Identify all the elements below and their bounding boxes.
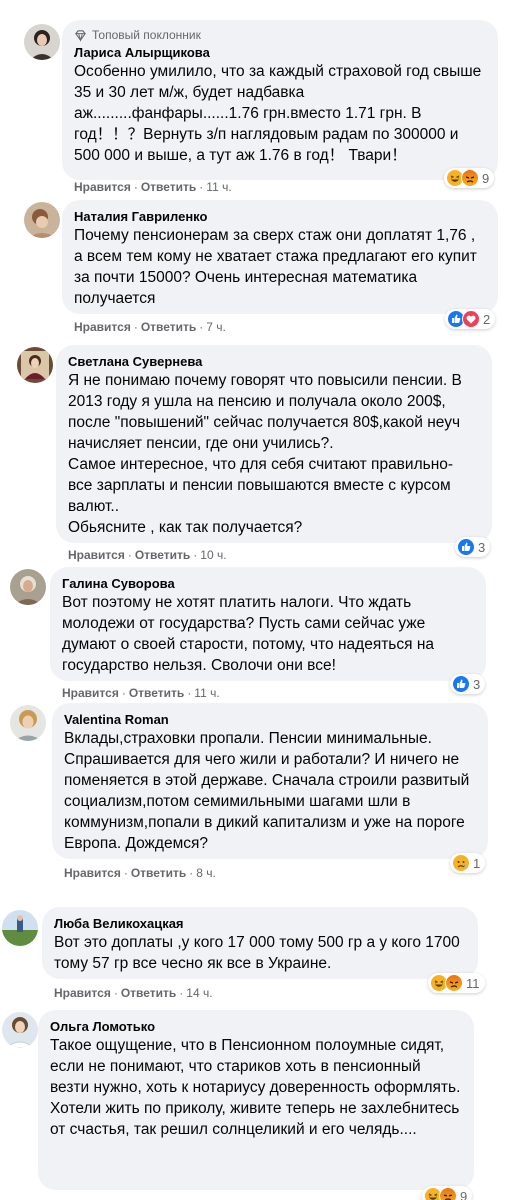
reaction-summary[interactable]: 9 [422,1186,473,1200]
comment-text: Такое ощущение, что в Пенсионном полоумн… [50,1037,461,1138]
comment-text: Почему пенсионерам за сверх стаж они доп… [74,227,477,307]
comment-bubble: Топовый поклонник Лариса Алырщикова Особ… [62,20,498,180]
separator: · [113,986,118,1000]
comment-actions: Нравится · Ответить · 8 ч. [64,866,216,880]
reply-button[interactable]: Ответить [129,686,184,700]
avatar[interactable] [17,347,53,383]
comment-actions: Нравится · Ответить · 10 ч. [68,548,227,562]
diamond-icon [75,29,86,42]
comment-actions: Нравится · Ответить · 11 ч. [62,686,220,700]
angry-icon [439,1187,457,1200]
avatar[interactable] [10,569,46,605]
top-fan-badge: Топовый поклонник [74,28,486,42]
avatar[interactable] [2,910,38,946]
comment-time[interactable]: 7 ч. [206,320,226,334]
separator: · [179,986,184,1000]
comment-bubble: Светлана Сувернева Я не понимаю почему г… [56,345,492,543]
reaction-count: 3 [478,539,486,555]
like-button[interactable]: Нравится [74,180,131,194]
like-button[interactable]: Нравится [62,686,119,700]
separator: · [199,180,204,194]
reply-button[interactable]: Ответить [141,180,196,194]
like-button[interactable]: Нравится [54,986,111,1000]
comment-bubble: Valentina Roman Вклады,страховки пропали… [52,703,488,859]
like-icon [452,675,470,693]
like-button[interactable]: Нравится [64,866,121,880]
reply-button[interactable]: Ответить [135,548,190,562]
reply-button[interactable]: Ответить [131,866,186,880]
comment-time[interactable]: 10 ч. [200,548,226,562]
comment-author[interactable]: Наталия Гавриленко [74,208,486,225]
separator: · [193,548,198,562]
comment-text: Особенно умилило, что за каждый страхово… [74,63,482,164]
badge-label: Топовый поклонник [92,28,201,42]
comment-bubble: Ольга Ломотько Такое ощущение, что в Пен… [38,1010,474,1190]
separator: · [133,320,138,334]
reply-button[interactable]: Ответить [141,320,196,334]
comment-text: Вот это доплаты ,у кого 17 000 тому 500 … [54,934,460,972]
angry-icon [461,169,479,187]
separator: · [121,686,126,700]
reaction-summary[interactable]: 1 [450,853,486,873]
reaction-summary[interactable]: 9 [444,168,495,188]
comment-time[interactable]: 11 ч. [194,686,219,700]
reply-button[interactable]: Ответить [121,986,176,1000]
separator: · [133,180,138,194]
avatar[interactable] [2,1012,38,1048]
comment-text: Вклады,страховки пропали. Пенсии минимал… [64,730,470,852]
comment-author[interactable]: Valentina Roman [64,711,476,728]
like-icon [457,538,475,556]
avatar[interactable] [24,202,60,238]
like-button[interactable]: Нравится [68,548,125,562]
comment-author[interactable]: Ольга Ломотько [50,1018,462,1035]
comment-time[interactable]: 14 ч. [186,986,212,1000]
comment-actions: Нравится · Ответить · 11 ч. [74,180,232,194]
comment-author[interactable]: Люба Великохацкая [54,915,466,932]
avatar[interactable] [10,705,46,741]
reaction-summary[interactable]: 2 [445,309,496,329]
comment-text: Вот поэтому не хотят платить налоги. Что… [62,594,435,674]
like-button[interactable]: Нравится [74,320,131,334]
separator: · [187,686,192,700]
comment-author[interactable]: Лариса Алырщикова [74,44,486,61]
love-icon [462,310,480,328]
reaction-summary[interactable]: 3 [455,537,491,557]
separator: · [127,548,132,562]
angry-icon [445,974,463,992]
reaction-count: 2 [483,311,491,327]
separator: · [189,866,194,880]
separator: · [123,866,128,880]
comment-bubble: Галина Суворова Вот поэтому не хотят пла… [50,567,486,681]
comment-bubble: Люба Великохацкая Вот это доплаты ,у ког… [42,907,478,979]
sad-icon [452,854,470,872]
comment-author[interactable]: Галина Суворова [62,575,474,592]
reaction-count: 9 [482,170,490,186]
reaction-count: 9 [460,1188,468,1200]
reaction-summary[interactable]: 11 [428,973,485,993]
comment-actions: Нравится · Ответить · 14 ч. [54,986,213,1000]
comment-time[interactable]: 8 ч. [196,866,216,880]
avatar[interactable] [24,24,60,60]
reaction-summary[interactable]: 3 [450,674,486,694]
reaction-count: 1 [473,855,481,871]
separator: · [199,320,204,334]
comment-author[interactable]: Светлана Сувернева [68,353,480,370]
reaction-count: 3 [473,676,481,692]
comment-bubble: Наталия Гавриленко Почему пенсионерам за… [62,200,498,314]
comment-actions: Нравится · Ответить · 7 ч. [74,320,226,334]
reaction-count: 11 [466,975,480,991]
comment-time[interactable]: 11 ч. [206,180,231,194]
comment-text: Я не понимаю почему говорят что повысили… [68,372,462,536]
